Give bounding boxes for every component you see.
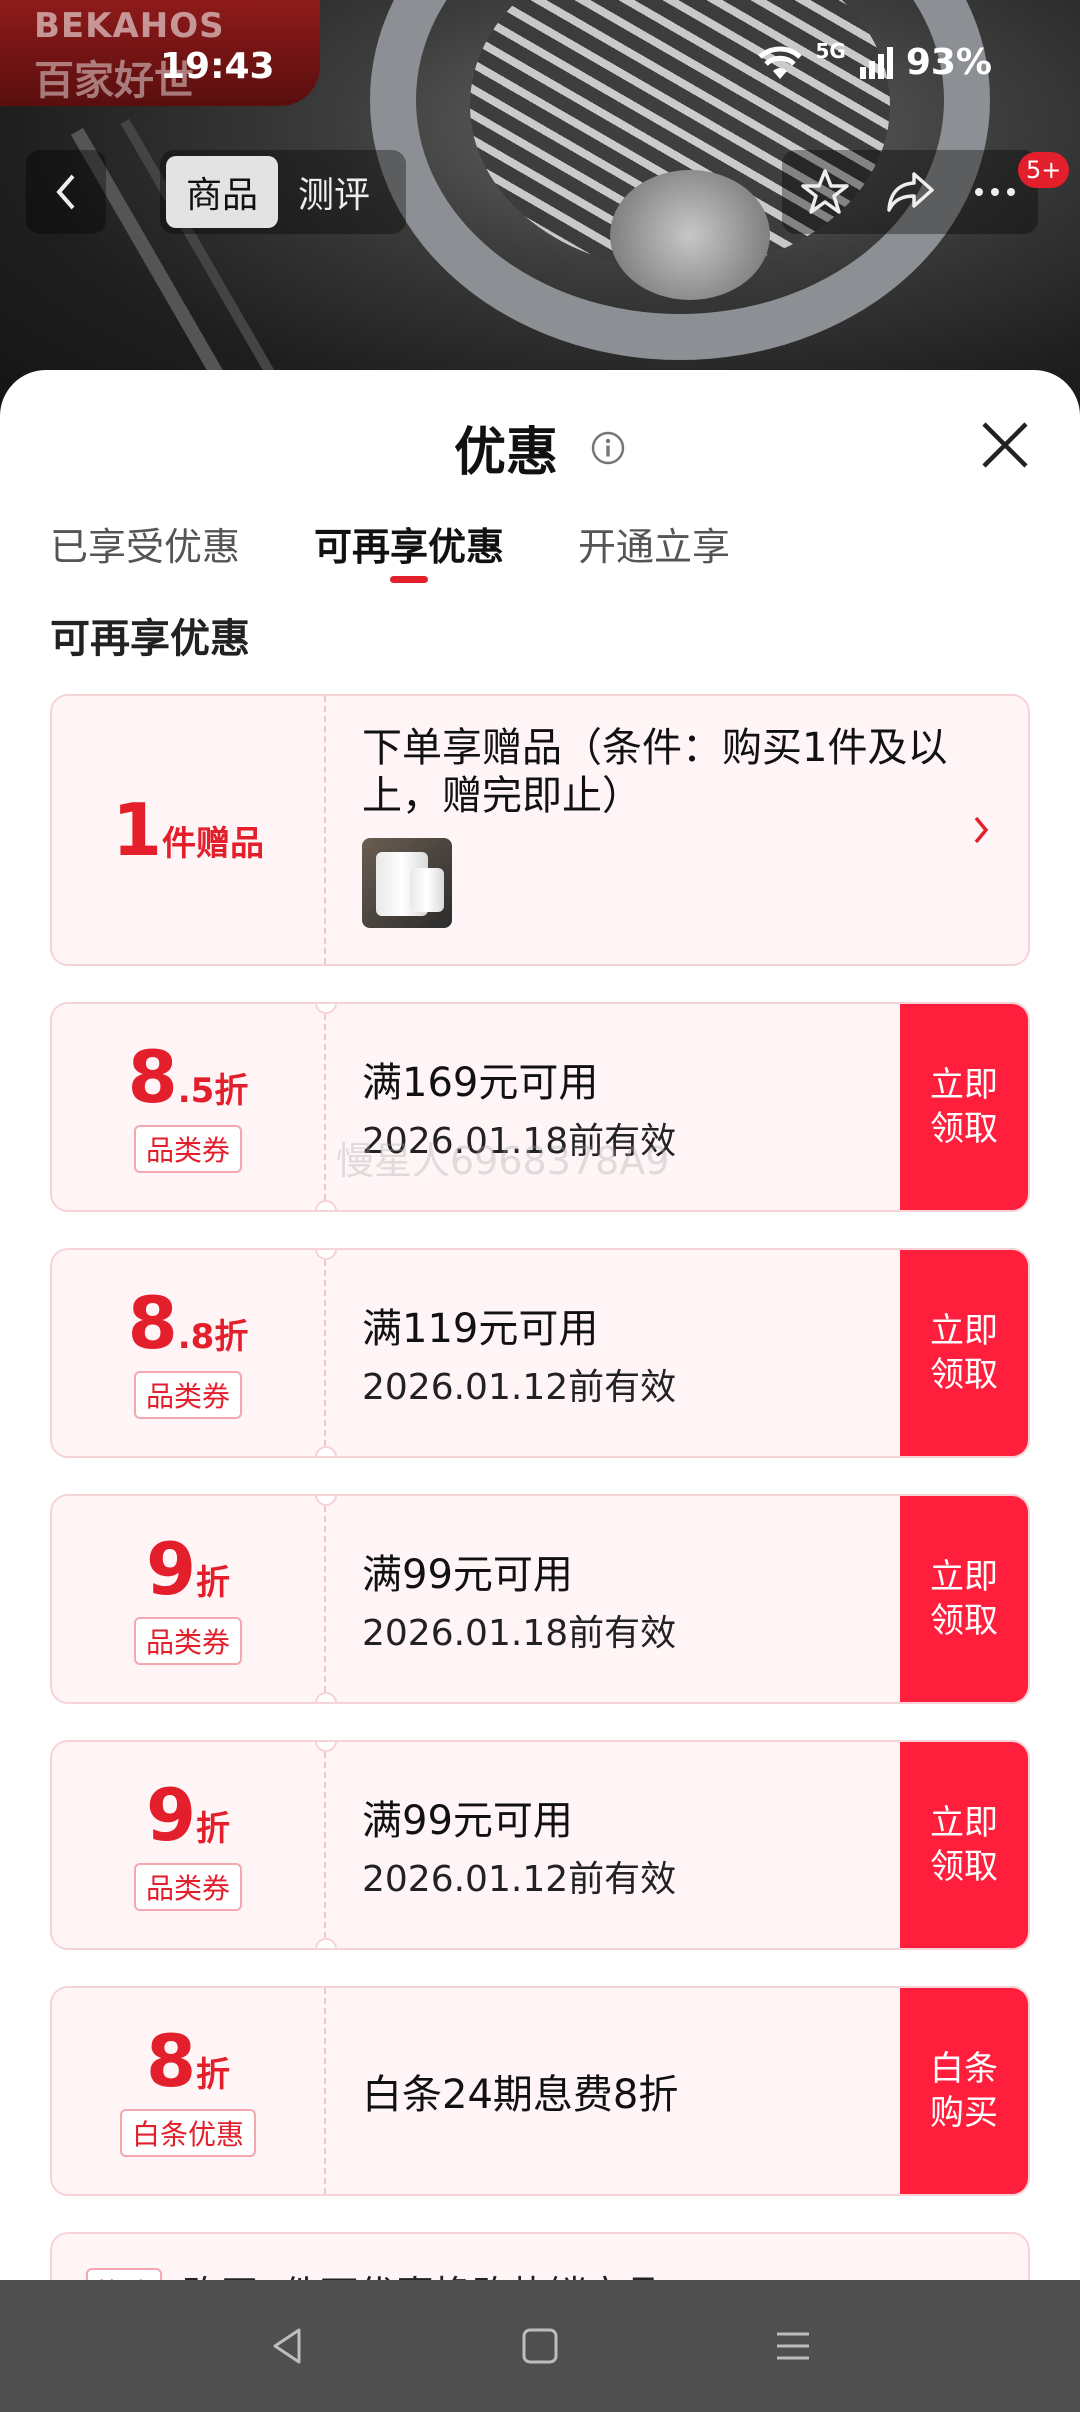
- tab-review[interactable]: 测评: [278, 156, 390, 228]
- gift-unit: 件赠品: [162, 824, 265, 864]
- star-icon[interactable]: [799, 166, 851, 218]
- system-nav-bar: [0, 2280, 1080, 2412]
- coupon-unit: .5折: [177, 1071, 249, 1111]
- coupon-value: 8: [127, 1281, 178, 1365]
- coupon-type-tag: 白条优惠: [119, 2109, 256, 2157]
- coupon-value: 8: [127, 1035, 178, 1119]
- tab-enjoyed[interactable]: 已享受优惠: [50, 516, 240, 586]
- battery-level: 93%: [905, 42, 992, 83]
- coupon-condition: 满99元可用: [362, 1552, 573, 1598]
- coupon-condition: 满169元可用: [362, 1060, 599, 1106]
- coupon-expiry: 2026.01.12前有效: [362, 1367, 677, 1408]
- coupon-card: 9折 品类券 满99元可用 2026.01.12前有效 立即领取: [50, 1740, 1030, 1950]
- chevron-right-icon: [974, 816, 989, 844]
- gift-count: 1: [111, 788, 163, 872]
- tab-product[interactable]: 商品: [166, 156, 279, 228]
- exchange-offer-card[interactable]: 换购 购买1件可优惠换购热销商品: [50, 2232, 1030, 2280]
- coupon-type-tag: 品类券: [133, 1371, 242, 1419]
- tab-available[interactable]: 可再享优惠: [314, 516, 504, 586]
- section-heading: 可再享优惠: [50, 616, 250, 662]
- coupon-value: 8: [145, 2019, 197, 2103]
- nav-back-icon[interactable]: [265, 2324, 309, 2368]
- coupon-unit: 折: [196, 1563, 231, 1603]
- nav-menu-icon[interactable]: [771, 2324, 815, 2368]
- coupon-type-tag: 品类券: [133, 1617, 242, 1665]
- top-actions: [782, 150, 1038, 234]
- status-bar: 19:43 5G 93%: [0, 0, 1080, 140]
- nav-home-icon[interactable]: [518, 2324, 562, 2368]
- discount-tabs: 已享受优惠 可再享优惠 开通立享: [50, 516, 730, 586]
- coupon-unit: 折: [196, 1809, 231, 1849]
- chevron-left-icon: [56, 174, 75, 210]
- coupon-sheet-screen: BEKAHOS 百家好世 19:43 5G 93% 商品 测评 5+ 优惠 已享…: [0, 0, 1080, 2412]
- claim-button[interactable]: 立即领取: [900, 1004, 1028, 1210]
- network-type: 5G: [815, 38, 846, 63]
- coupon-card: 8折 白条优惠 白条24期息费8折 白条购买: [50, 1986, 1030, 2196]
- gift-product-image: [362, 838, 452, 928]
- sheet-title: 优惠: [0, 410, 1080, 485]
- exchange-text: 购买1件可优惠换购热销商品: [182, 2264, 662, 2280]
- page-segment-tabs: 商品 测评: [160, 150, 406, 234]
- coupon-condition: 满99元可用: [362, 1798, 573, 1844]
- coupon-condition: 满119元可用: [362, 1306, 599, 1352]
- exchange-tag: 换购: [86, 2268, 163, 2280]
- coupon-value: 9: [145, 1527, 197, 1611]
- back-button[interactable]: [26, 150, 106, 234]
- close-icon[interactable]: [978, 418, 1032, 472]
- coupon-condition: 白条24期息费8折: [362, 2072, 679, 2118]
- coupon-expiry: 2026.01.18前有效: [362, 1613, 677, 1654]
- info-icon[interactable]: [590, 430, 626, 466]
- status-time: 19:43: [160, 46, 275, 87]
- claim-button[interactable]: 立即领取: [900, 1742, 1028, 1948]
- watermark: 慢星人6968378A9: [336, 1139, 670, 1183]
- tab-activate[interactable]: 开通立享: [578, 516, 730, 586]
- coupon-type-tag: 品类券: [133, 1863, 242, 1911]
- top-nav: 商品 测评 5+: [0, 150, 1080, 234]
- coupon-unit: .8折: [177, 1317, 249, 1357]
- more-icon[interactable]: [969, 166, 1021, 218]
- claim-button[interactable]: 立即领取: [900, 1250, 1028, 1456]
- message-badge: 5+: [1018, 152, 1070, 188]
- coupon-card: 8.8折 品类券 满119元可用 2026.01.12前有效 立即领取: [50, 1248, 1030, 1458]
- share-icon[interactable]: [884, 166, 936, 218]
- coupon-type-tag: 品类券: [133, 1125, 242, 1173]
- signal-icon: [859, 46, 893, 79]
- wifi-icon: [758, 46, 803, 79]
- coupon-value: 9: [145, 1773, 197, 1857]
- claim-button[interactable]: 立即领取: [900, 1496, 1028, 1702]
- gift-description: 下单享赠品（条件：购买1件及以上，赠完即止）: [362, 725, 948, 819]
- discount-sheet: 优惠 已享受优惠 可再享优惠 开通立享 可再享优惠 1件赠品 下单享赠品（条件：…: [0, 370, 1080, 2280]
- baitiao-buy-button[interactable]: 白条购买: [900, 1988, 1028, 2194]
- coupon-expiry: 2026.01.12前有效: [362, 1859, 677, 1900]
- gift-card[interactable]: 1件赠品 下单享赠品（条件：购买1件及以上，赠完即止）: [50, 694, 1030, 966]
- coupon-card: 9折 品类券 满99元可用 2026.01.18前有效 立即领取: [50, 1494, 1030, 1704]
- coupon-unit: 折: [196, 2055, 231, 2095]
